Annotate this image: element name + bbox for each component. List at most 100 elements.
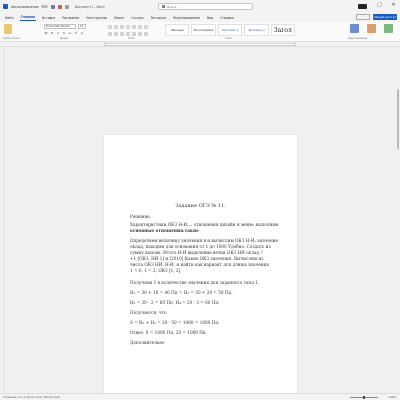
minimize-button[interactable]: –	[363, 3, 368, 8]
doc-line: Получается, что	[130, 310, 167, 315]
doc-line: 1 = 0, 1 = 2, ОКЗ [1, 2]	[130, 268, 181, 273]
format-buttons: Ж К Ч S x₂ x² A	[44, 31, 84, 35]
doc-title-line: Задание ОГЭ № 11.	[175, 203, 226, 209]
tab-help[interactable]: Справка	[219, 15, 235, 21]
font-name-select[interactable]: Times New Roman	[44, 24, 76, 29]
search-icon	[162, 5, 165, 8]
redo-icon[interactable]	[64, 4, 69, 9]
doc-line: сумму вызова. Итого Н-И выделение ветки …	[130, 250, 263, 255]
autosave-label: Автосохранение	[11, 4, 39, 9]
ribbon-group-labels: Буфер обмена Шрифт Абзац Стили Редактиро…	[0, 37, 400, 41]
zoom-slider-knob[interactable]	[363, 395, 365, 399]
search-placeholder: Поиск	[167, 4, 177, 9]
close-button[interactable]: ✕	[391, 3, 396, 8]
document-title: Документ1 - Word	[74, 4, 105, 9]
borders-icon[interactable]	[144, 32, 148, 36]
editing-group	[350, 24, 393, 33]
bullets-icon[interactable]	[108, 25, 112, 29]
doc-line: +1 [ОКЗ, НИ 1] и [2010] Какие ОКЗ значен…	[130, 256, 264, 261]
ruler-track[interactable]	[104, 43, 296, 46]
doc-line: Н₁ = 30 + 10 = 40 Пп = Н₂ = 30 + 20 = 50…	[130, 290, 233, 295]
editor-icon[interactable]	[384, 24, 393, 33]
multilevel-list-icon[interactable]	[120, 25, 124, 29]
doc-line: Н₃ = 30 · 2 = 60 Пп, Н₄ = 20 · 3 = 60 Пп…	[130, 300, 220, 305]
document-page[interactable]: Задание ОГЭ № 11. Решение. Характеристик…	[104, 135, 297, 393]
zoom-slider[interactable]	[350, 395, 378, 399]
doc-line: основные отношения.такие	[130, 228, 199, 233]
autosave-toggle[interactable]	[40, 4, 48, 9]
align-center-icon[interactable]	[114, 32, 118, 36]
italic-button[interactable]: К	[50, 31, 54, 35]
vertical-ruler	[0, 47, 4, 393]
doc-line: Дополнительно	[130, 340, 165, 345]
tab-mailings[interactable]: Рассылки	[150, 15, 167, 21]
group-label-editing: Редактирование	[348, 37, 368, 40]
maximize-button[interactable]: ▢	[377, 3, 382, 8]
ribbon: Times New Roman 14 Ж К Ч S x₂ x² A Обычн…	[0, 22, 400, 42]
paste-icon[interactable]	[4, 24, 12, 34]
tab-design[interactable]: Конструктор	[85, 15, 108, 21]
undo-icon[interactable]	[57, 4, 62, 9]
bold-button[interactable]: Ж	[44, 31, 48, 35]
doc-line: числа ОКЗ НИ. Н-И, и найти как вариант д…	[130, 262, 270, 267]
justify-icon[interactable]	[126, 32, 130, 36]
share-button[interactable]: Общий доступ	[373, 14, 397, 20]
align-right-icon[interactable]	[120, 32, 124, 36]
increase-indent-icon[interactable]	[132, 25, 136, 29]
word-logo-icon	[3, 4, 8, 9]
document-workspace: Задание ОГЭ № 11. Решение. Характеристик…	[0, 47, 400, 393]
decrease-indent-icon[interactable]	[126, 25, 130, 29]
search-input[interactable]: Поиск	[158, 3, 253, 10]
scroll-thumb[interactable]	[396, 89, 400, 149]
sort-icon[interactable]	[138, 25, 142, 29]
font-size-select[interactable]: 14	[78, 24, 86, 29]
paragraph-buttons	[108, 25, 148, 29]
status-bar: Страница 1 из 1 Число слов: 138 русский …	[0, 393, 400, 400]
style-heading-1[interactable]: Заголовок 1	[217, 24, 243, 36]
style-normal[interactable]: Обычный	[165, 24, 190, 36]
save-icon[interactable]	[50, 4, 55, 9]
status-info: Страница 1 из 1 Число слов: 138 русский	[3, 395, 60, 399]
style-title[interactable]: Загол	[270, 24, 296, 36]
alignment-buttons	[108, 32, 148, 36]
align-left-icon[interactable]	[108, 32, 112, 36]
styles-gallery: Обычный Без интервала Заголовок 1 Заголо…	[165, 24, 296, 36]
subscript-button[interactable]: x₂	[68, 31, 72, 35]
underline-button[interactable]: Ч	[56, 31, 60, 35]
tab-draw[interactable]: Рисование	[61, 15, 80, 21]
style-heading-2[interactable]: Заголовок 2	[244, 24, 269, 36]
doc-line: Решение.	[130, 214, 152, 219]
tab-view[interactable]: Вид	[206, 15, 214, 21]
doc-line: Определяем величину значения в и вычисли…	[130, 238, 279, 243]
numbering-icon[interactable]	[114, 25, 118, 29]
group-label-clipboard: Буфер обмена	[3, 37, 20, 40]
shading-icon[interactable]	[138, 32, 142, 36]
doc-line: Получаем 1 в количестве значения для зад…	[130, 280, 260, 285]
tab-review[interactable]: Рецензирование	[172, 15, 201, 21]
zoom-level[interactable]: 100%	[389, 396, 396, 399]
strikethrough-button[interactable]: S	[62, 31, 66, 35]
find-icon[interactable]	[350, 24, 359, 33]
doc-line: S = Н₁ + Н₂ = 20 · 50 = 1000 = 1000 Пп.	[130, 320, 220, 325]
doc-line: Характеристики ОКЗ Н-И.... отношения диз…	[130, 222, 279, 227]
doc-line: оклад, находим для основания от 1 до 100…	[130, 244, 271, 249]
group-label-paragraph: Абзац	[128, 37, 135, 40]
tab-layout[interactable]: Макет	[113, 15, 125, 21]
ribbon-tabs: Файл Главная Вставка Рисование Конструкт…	[0, 13, 400, 22]
show-marks-icon[interactable]	[144, 25, 148, 29]
tab-home[interactable]: Главная	[19, 14, 37, 21]
comments-button[interactable]	[356, 14, 370, 20]
group-label-styles: Стили	[225, 37, 233, 40]
dictate-icon[interactable]	[367, 24, 376, 33]
superscript-button[interactable]: x²	[74, 31, 78, 35]
tab-file[interactable]: Файл	[4, 15, 15, 21]
line-spacing-icon[interactable]	[132, 32, 136, 36]
doc-line: Ответ: S = 1000 Пп, 20 = 1000 Пп.	[130, 330, 208, 335]
vertical-scrollbar[interactable]	[396, 47, 400, 393]
group-label-font: Шрифт	[60, 37, 69, 40]
tab-insert[interactable]: Вставка	[41, 15, 56, 21]
font-color-button[interactable]: A	[80, 31, 84, 35]
window-controls: – ▢ ✕	[363, 3, 396, 8]
style-no-spacing[interactable]: Без интервала	[191, 24, 216, 36]
tab-references[interactable]: Ссылки	[130, 15, 144, 21]
